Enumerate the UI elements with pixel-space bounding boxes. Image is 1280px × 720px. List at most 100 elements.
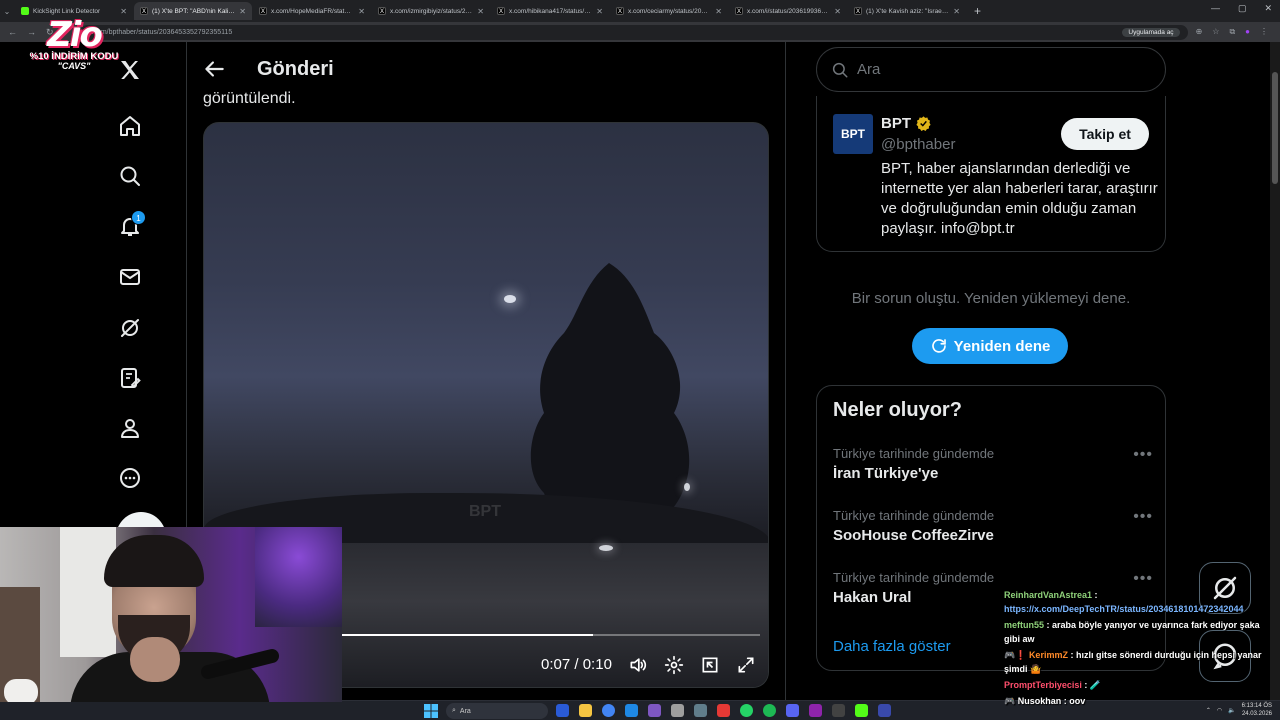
windows-start-icon[interactable] bbox=[424, 704, 438, 718]
chrome-icon[interactable] bbox=[602, 704, 615, 717]
picture-in-picture-icon[interactable] bbox=[700, 655, 720, 675]
kicksight-favicon-icon bbox=[21, 7, 29, 15]
chat-message: 🎮❗ KerimmZ : hızlı gitse sönerdi durduğu… bbox=[1004, 650, 1262, 674]
maximize-icon[interactable]: ▢ bbox=[1238, 3, 1247, 14]
tab-close-icon[interactable]: ✕ bbox=[239, 7, 246, 16]
profile-bio: BPT, haber ajanslarından derlediği ve in… bbox=[881, 160, 1158, 237]
verified-badge-icon bbox=[916, 116, 931, 132]
avatar[interactable]: BPT bbox=[833, 114, 873, 154]
browser-tab-1[interactable]: X (1) X'te BPT: "ABD'nin Kaliforni ✕ bbox=[134, 2, 252, 20]
more-dots-icon[interactable]: ••• bbox=[1133, 446, 1153, 464]
search-input[interactable] bbox=[857, 61, 1137, 78]
more-dots-icon[interactable]: ••• bbox=[1133, 570, 1153, 588]
browser-tab-2[interactable]: X x.com/HopeMediaFR/status/20 ✕ bbox=[253, 2, 371, 20]
chat-text: 🧪 bbox=[1089, 680, 1102, 690]
tab-title: x.com/ceciarmy/status/203588 bbox=[628, 7, 712, 15]
lists-icon[interactable] bbox=[116, 364, 144, 392]
follow-button[interactable]: Takip et bbox=[1061, 118, 1149, 150]
fullscreen-icon[interactable] bbox=[736, 655, 756, 675]
profile-name[interactable]: BPT bbox=[881, 115, 911, 132]
browser-address-bar: ← → ↻ x.com/bpthaber/status/203645335279… bbox=[0, 22, 1280, 42]
home-icon[interactable] bbox=[116, 112, 144, 140]
browser-tab-4[interactable]: X x.com/hibikana417/status/2036 ✕ bbox=[491, 2, 609, 20]
explore-search-icon[interactable] bbox=[116, 162, 144, 190]
extensions-icon[interactable]: ⧉ bbox=[1229, 27, 1235, 37]
trend-context: Türkiye tarihinde gündemde bbox=[833, 446, 995, 461]
tab-close-icon[interactable]: ✕ bbox=[477, 7, 484, 16]
bookmark-star-icon[interactable]: ☆ bbox=[1212, 27, 1219, 37]
refresh-icon bbox=[931, 339, 946, 353]
video-ground-light bbox=[599, 545, 613, 551]
trend-item[interactable]: Türkiye tarihinde gündemde İran Türkiye'… bbox=[833, 446, 1153, 496]
minimize-icon[interactable]: — bbox=[1211, 3, 1220, 14]
stream-chat-overlay: ReinhardVanAstrea1 : https://x.com/DeepT… bbox=[1004, 588, 1276, 718]
app-icon[interactable] bbox=[717, 704, 730, 717]
more-dots-icon[interactable]: ••• bbox=[1133, 508, 1153, 526]
taskbar-search[interactable]: ⌕ Ara bbox=[446, 703, 548, 719]
settings-gear-icon[interactable] bbox=[664, 655, 684, 675]
messages-envelope-icon[interactable] bbox=[116, 263, 144, 291]
tab-close-icon[interactable]: ✕ bbox=[596, 7, 603, 16]
taskbar-search-icon: ⌕ bbox=[452, 707, 456, 714]
video-duration: 0:10 bbox=[582, 656, 612, 673]
tab-close-icon[interactable]: ✕ bbox=[834, 7, 841, 16]
trend-item[interactable]: Türkiye tarihinde gündemde SooHouse Coff… bbox=[833, 508, 1153, 558]
tab-title: (1) X'te Kavish aziz: "Israel kidn bbox=[866, 7, 950, 15]
discord-icon[interactable] bbox=[786, 704, 799, 717]
webcam-overlay bbox=[0, 527, 342, 702]
profile-handle[interactable]: @bpthaber bbox=[881, 136, 955, 153]
app-icon[interactable] bbox=[809, 704, 822, 717]
volume-icon[interactable] bbox=[628, 655, 648, 675]
app-icon[interactable] bbox=[671, 704, 684, 717]
spotify-icon[interactable] bbox=[763, 704, 776, 717]
obs-icon[interactable] bbox=[832, 704, 845, 717]
tab-close-icon[interactable]: ✕ bbox=[715, 7, 722, 16]
app-icon[interactable] bbox=[648, 704, 661, 717]
trend-name: SooHouse CoffeeZirve bbox=[833, 527, 994, 544]
sponsor-logo: Zio %10 İNDİRİM KODU "CAVS" bbox=[24, 18, 124, 72]
retry-button[interactable]: Yeniden dene bbox=[912, 328, 1068, 364]
whatsapp-icon[interactable] bbox=[740, 704, 753, 717]
tab-close-icon[interactable]: ✕ bbox=[120, 7, 127, 16]
scrollbar-thumb[interactable] bbox=[1272, 72, 1278, 184]
kick-icon[interactable] bbox=[855, 704, 868, 717]
tab-title: x.com/hibikana417/status/2036 bbox=[509, 7, 593, 15]
file-explorer-icon[interactable] bbox=[556, 704, 569, 717]
x-favicon-icon: X bbox=[497, 7, 505, 15]
tab-search-icon[interactable]: ⌄ bbox=[0, 7, 14, 16]
chat-username: meftun55 bbox=[1004, 620, 1045, 630]
app-icon[interactable] bbox=[625, 704, 638, 717]
folder-icon[interactable] bbox=[579, 704, 592, 717]
profile-person-icon[interactable] bbox=[116, 414, 144, 442]
back-arrow-icon[interactable] bbox=[201, 56, 227, 82]
zoom-icon[interactable]: ⊕ bbox=[1196, 27, 1203, 37]
notification-badge: 1 bbox=[131, 210, 146, 225]
chat-text: https://x.com/DeepTechTR/status/20346181… bbox=[1004, 604, 1244, 614]
tab-close-icon[interactable]: ✕ bbox=[953, 7, 960, 16]
trend-context: Türkiye tarihinde gündemde bbox=[833, 508, 995, 523]
browser-tab-6[interactable]: X x.com/i/status/20361993612983 ✕ bbox=[729, 2, 847, 20]
x-favicon-icon: X bbox=[854, 7, 862, 15]
more-options-icon[interactable] bbox=[116, 464, 144, 492]
window-controls: — ▢ ✕ bbox=[1211, 3, 1272, 14]
profile-icon[interactable]: ● bbox=[1245, 27, 1250, 37]
open-in-app-button[interactable]: Uygulamada aç bbox=[1122, 27, 1180, 37]
chat-username: ReinhardVanAstrea1 bbox=[1004, 590, 1093, 600]
browser-tab-7[interactable]: X (1) X'te Kavish aziz: "Israel kidn ✕ bbox=[848, 2, 966, 20]
tab-close-icon[interactable]: ✕ bbox=[358, 7, 365, 16]
search-box[interactable] bbox=[816, 47, 1166, 92]
url-field[interactable]: x.com/bpthaber/status/203645335279235511… bbox=[80, 24, 1188, 40]
browser-menu-icon[interactable]: ⋮ bbox=[1260, 27, 1268, 37]
browser-tab-3[interactable]: X x.com/izmirgibiyiz/status/2036 ✕ bbox=[372, 2, 490, 20]
grok-icon[interactable] bbox=[116, 314, 144, 342]
app-icon[interactable] bbox=[694, 704, 707, 717]
x-favicon-icon: X bbox=[735, 7, 743, 15]
browser-tab-5[interactable]: X x.com/ceciarmy/status/203588 ✕ bbox=[610, 2, 728, 20]
show-more-link[interactable]: Daha fazla göster bbox=[833, 638, 951, 655]
tab-title: x.com/izmirgibiyiz/status/2036 bbox=[390, 7, 474, 15]
x-favicon-icon: X bbox=[259, 7, 267, 15]
back-nav-icon[interactable]: ← bbox=[8, 27, 17, 38]
window-close-icon[interactable]: ✕ bbox=[1264, 3, 1272, 14]
new-tab-icon[interactable]: + bbox=[974, 4, 981, 18]
app-icon[interactable] bbox=[878, 704, 891, 717]
